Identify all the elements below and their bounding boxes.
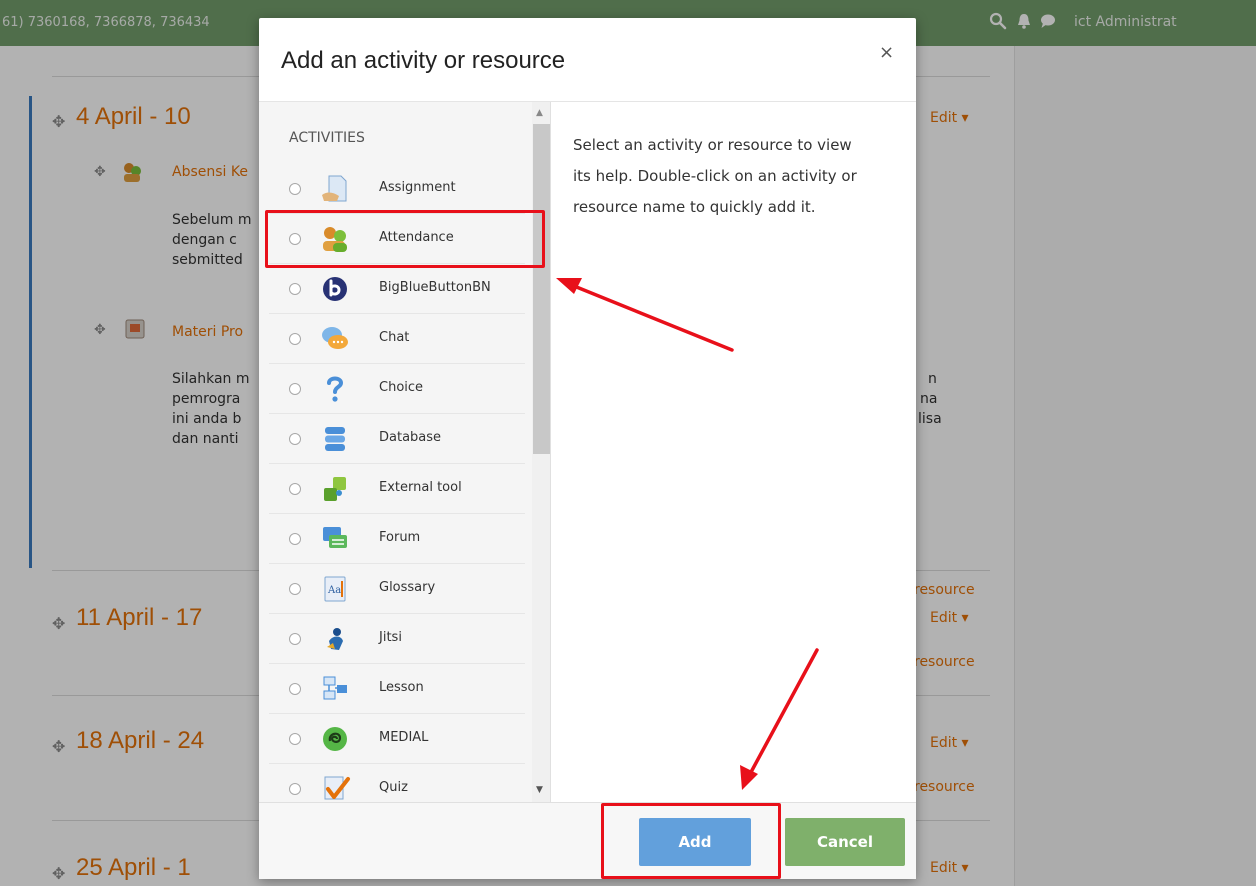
external-tool-icon: [324, 477, 346, 501]
option-chat[interactable]: Chat: [269, 314, 525, 364]
option-label: Database: [379, 430, 442, 445]
option-radio[interactable]: [289, 283, 301, 295]
option-glossary[interactable]: Aa Glossary: [269, 564, 525, 614]
chat-icon: [322, 327, 348, 349]
activity-options-list[interactable]: ACTIVITIES Assignment Attendance BigBlue…: [259, 102, 551, 802]
activities-heading: ACTIVITIES: [289, 130, 365, 146]
scroll-down-icon[interactable]: ▼: [536, 785, 543, 795]
dialog-title: Add an activity or resource: [281, 47, 566, 74]
close-icon[interactable]: ×: [879, 42, 894, 63]
lesson-icon: [323, 676, 347, 700]
option-lesson[interactable]: Lesson: [269, 664, 525, 714]
option-label: BigBlueButtonBN: [379, 280, 491, 295]
dialog-footer: Add Cancel: [259, 802, 916, 879]
option-radio[interactable]: [289, 483, 301, 495]
option-external-tool[interactable]: External tool: [269, 464, 525, 514]
option-radio[interactable]: [289, 733, 301, 745]
option-label: Chat: [379, 330, 410, 345]
highlight-add-button: [601, 803, 781, 879]
quiz-icon: [324, 776, 350, 800]
option-label: MEDIAL: [379, 730, 429, 745]
dialog-header: Add an activity or resource ×: [259, 18, 916, 102]
option-label: Quiz: [379, 780, 408, 795]
option-radio[interactable]: [289, 633, 301, 645]
assignment-icon: [322, 175, 347, 202]
option-radio[interactable]: [289, 583, 301, 595]
scroll-up-icon[interactable]: ▲: [536, 108, 543, 118]
bigbluebutton-icon: [323, 277, 347, 301]
glossary-icon: Aa: [324, 576, 346, 602]
highlight-attendance: [265, 210, 545, 268]
option-choice[interactable]: Choice: [269, 364, 525, 414]
option-label: Glossary: [379, 580, 436, 595]
option-label: Forum: [379, 530, 421, 545]
option-radio[interactable]: [289, 683, 301, 695]
option-forum[interactable]: Forum: [269, 514, 525, 564]
option-radio[interactable]: [289, 433, 301, 445]
option-label: Lesson: [379, 680, 424, 695]
cancel-button[interactable]: Cancel: [785, 818, 905, 866]
choice-icon: [327, 376, 344, 402]
option-radio[interactable]: [289, 333, 301, 345]
option-database[interactable]: Database: [269, 414, 525, 464]
option-radio[interactable]: [289, 183, 301, 195]
option-medial[interactable]: MEDIAL: [269, 714, 525, 764]
option-bigbluebutton[interactable]: BigBlueButtonBN: [269, 264, 525, 314]
scrollbar-thumb[interactable]: [533, 124, 550, 454]
option-quiz[interactable]: Quiz: [269, 764, 525, 802]
database-icon: [325, 427, 345, 451]
jitsi-icon: [327, 628, 343, 650]
forum-icon: [323, 527, 347, 548]
option-label: External tool: [379, 480, 462, 495]
svg-text:Aa: Aa: [327, 585, 341, 596]
help-text: Select an activity or resource to view i…: [573, 136, 857, 216]
option-radio[interactable]: [289, 383, 301, 395]
option-label: Jitsi: [379, 630, 402, 645]
add-activity-dialog: Add an activity or resource × ACTIVITIES…: [259, 18, 916, 879]
option-jitsi[interactable]: Jitsi: [269, 614, 525, 664]
option-label: Choice: [379, 380, 424, 395]
option-label: Assignment: [379, 180, 456, 195]
medial-icon: [323, 727, 347, 751]
option-radio[interactable]: [289, 533, 301, 545]
option-radio[interactable]: [289, 783, 301, 795]
option-assignment[interactable]: Assignment: [269, 164, 525, 214]
